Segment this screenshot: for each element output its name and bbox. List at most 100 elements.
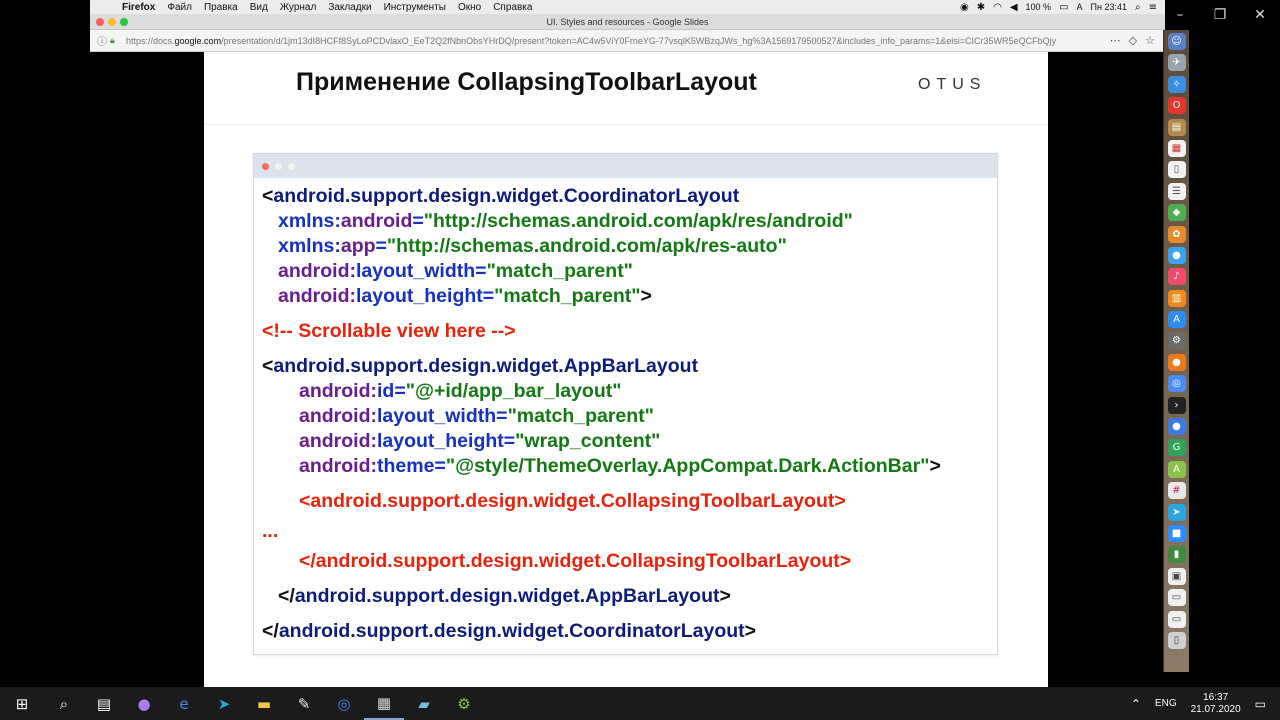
code-token: app <box>340 235 376 257</box>
code-token: > <box>929 455 941 477</box>
downloads-icon[interactable]: ▭ <box>1167 589 1186 607</box>
file-explorer-icon[interactable]: ▬ <box>244 687 284 720</box>
windows-start-icon[interactable]: ⊞ <box>0 687 44 720</box>
screen: – ❐ ✕ Firefox Файл Правка Вид Журнал Зак… <box>0 0 1280 720</box>
evernote-icon[interactable]: ▮ <box>1167 546 1186 564</box>
close-icon[interactable]: ✕ <box>1240 0 1280 30</box>
books-icon[interactable]: ▥ <box>1167 289 1186 307</box>
photos-icon[interactable]: ✿ <box>1167 225 1186 243</box>
code-line: </android.support.design.widget.AppBarLa… <box>262 584 989 609</box>
chrome-taskbar-icon[interactable]: ◎ <box>324 687 364 720</box>
menu-edit[interactable]: Правка <box>198 2 244 13</box>
code-token: id= <box>377 380 406 402</box>
page-actions-icon[interactable]: ⋯ <box>1110 34 1121 47</box>
url-text[interactable]: https://docs.google.com/presentation/d/1… <box>122 36 1100 46</box>
telegram-taskbar-icon[interactable]: ➤ <box>204 687 244 720</box>
menu-file[interactable]: Файл <box>161 2 198 13</box>
close-window-button[interactable] <box>96 17 104 26</box>
url-prefix: https://docs. <box>126 35 175 46</box>
menubar-clock[interactable]: Пн 23:41 <box>1091 2 1127 12</box>
hangouts-icon[interactable]: G <box>1167 439 1186 457</box>
volume-icon[interactable]: ◀ <box>1010 2 1018 13</box>
menu-window[interactable]: Окно <box>452 2 487 13</box>
terminal-icon[interactable]: › <box>1167 396 1186 414</box>
mac-dock: ☺ ✈ ✧ O ▤ ▦ ▯ ☰ ◆ ✿ ● ♪ ▥ A ⚙ ● ◎ › ● G … <box>1163 30 1189 672</box>
title-divider <box>204 124 1048 125</box>
task-view-icon[interactable]: ▤ <box>84 687 124 720</box>
trash-icon[interactable]: ▯ <box>1167 631 1186 649</box>
url-domain: google.com <box>174 35 222 46</box>
code-token: > <box>744 620 757 642</box>
android-taskbar-icon[interactable]: ⚙ <box>444 687 484 720</box>
mac-menu-bar: Firefox Файл Правка Вид Журнал Закладки … <box>90 0 1165 14</box>
preview-icon[interactable]: ▣ <box>1167 567 1186 585</box>
location-icon[interactable]: ● <box>1167 418 1186 436</box>
bluetooth-icon[interactable]: ✱ <box>977 2 985 13</box>
code-token: android: <box>299 455 377 477</box>
contacts-icon[interactable]: ▤ <box>1167 118 1186 136</box>
zoom-icon[interactable]: ■ <box>1167 524 1186 542</box>
messages-icon[interactable]: ● <box>1167 246 1186 264</box>
menu-view[interactable]: Вид <box>244 2 274 13</box>
opera-icon[interactable]: O <box>1167 97 1186 115</box>
menu-help[interactable]: Справка <box>487 2 538 13</box>
wifi-icon[interactable]: ◠ <box>993 2 1002 13</box>
window-title: UI. Styles and resources - Google Slides <box>546 16 709 27</box>
code-line: xmlns:android="http://schemas.android.co… <box>262 209 989 234</box>
code-line: android:layout_height="match_parent"> <box>262 284 989 309</box>
paint-icon[interactable]: ✎ <box>284 687 324 720</box>
bookmark-star-icon[interactable]: ☆ <box>1145 34 1155 47</box>
site-info-icon[interactable]: ⓘ <box>94 33 110 48</box>
code-token: = <box>375 235 387 257</box>
firefox-icon[interactable]: ● <box>1167 353 1186 371</box>
video-editor-icon[interactable]: ▦ <box>364 687 404 720</box>
notification-center-icon[interactable]: ≡ <box>1149 2 1157 13</box>
launchpad-icon[interactable]: ✈ <box>1167 54 1186 72</box>
menu-bookmarks[interactable]: Закладки <box>322 2 377 13</box>
minimize-icon[interactable]: – <box>1160 0 1200 30</box>
language-indicator[interactable]: ENG <box>1155 698 1177 709</box>
notes-icon[interactable]: ▯ <box>1167 161 1186 179</box>
maps-icon[interactable]: ◆ <box>1167 204 1186 222</box>
spotlight-search-icon[interactable]: ⌕ <box>1135 2 1141 13</box>
address-bar[interactable]: ⓘ 🔒︎ https://docs.google.com/presentatio… <box>90 30 1165 52</box>
android-studio-icon[interactable]: A <box>1167 460 1186 478</box>
zoom-window-button[interactable] <box>120 17 128 26</box>
code-token: <!-- Scrollable view here --> <box>262 320 516 342</box>
telegram-tray-icon[interactable]: ◉ <box>960 2 969 13</box>
slack-icon[interactable]: # <box>1167 482 1186 500</box>
code-token: xmlns: <box>278 210 341 232</box>
reminders-icon[interactable]: ☰ <box>1167 182 1186 200</box>
tray-chevron-icon[interactable]: ⌃ <box>1131 697 1141 711</box>
taskbar-clock[interactable]: 16:37 21.07.2020 <box>1191 692 1241 716</box>
documents-icon[interactable]: ▭ <box>1167 610 1186 628</box>
telegram-icon[interactable]: ➤ <box>1167 503 1186 521</box>
finder-icon[interactable]: ☺ <box>1167 33 1186 50</box>
chrome-icon[interactable]: ◎ <box>1167 375 1186 393</box>
calendar-icon[interactable]: ▦ <box>1167 139 1186 157</box>
menu-history[interactable]: Журнал <box>274 2 323 13</box>
code-line: android:layout_height="wrap_content" <box>262 429 989 454</box>
code-comment: <!-- Scrollable view here --> <box>262 319 989 344</box>
input-source[interactable]: A <box>1077 2 1083 12</box>
alice-icon[interactable]: ● <box>124 687 164 720</box>
minimize-window-button[interactable] <box>108 17 116 26</box>
code-line: android:layout_width="match_parent" <box>262 259 989 284</box>
music-icon[interactable]: ♪ <box>1167 268 1186 286</box>
safari-icon[interactable]: ✧ <box>1167 75 1186 93</box>
pocket-icon[interactable]: ◇ <box>1129 34 1137 47</box>
menu-app-name[interactable]: Firefox <box>116 2 161 13</box>
menu-tools[interactable]: Инструменты <box>378 2 452 13</box>
system-preferences-icon[interactable]: ⚙ <box>1167 332 1186 350</box>
code-token: > <box>640 285 652 307</box>
app-store-icon[interactable]: A <box>1167 311 1186 329</box>
restore-icon[interactable]: ❐ <box>1200 0 1240 30</box>
edge-icon[interactable]: e <box>164 687 204 720</box>
lock-icon[interactable]: 🔒︎ <box>110 36 122 46</box>
battery-icon[interactable]: ▭ <box>1059 2 1068 13</box>
code-token: "http://schemas.android.com/apk/res-auto… <box>386 235 787 257</box>
search-icon[interactable]: ⌕ <box>44 687 84 720</box>
notepad-icon[interactable]: ▰ <box>404 687 444 720</box>
code-window-dot <box>288 162 295 170</box>
action-center-icon[interactable]: ▭ <box>1255 697 1266 711</box>
